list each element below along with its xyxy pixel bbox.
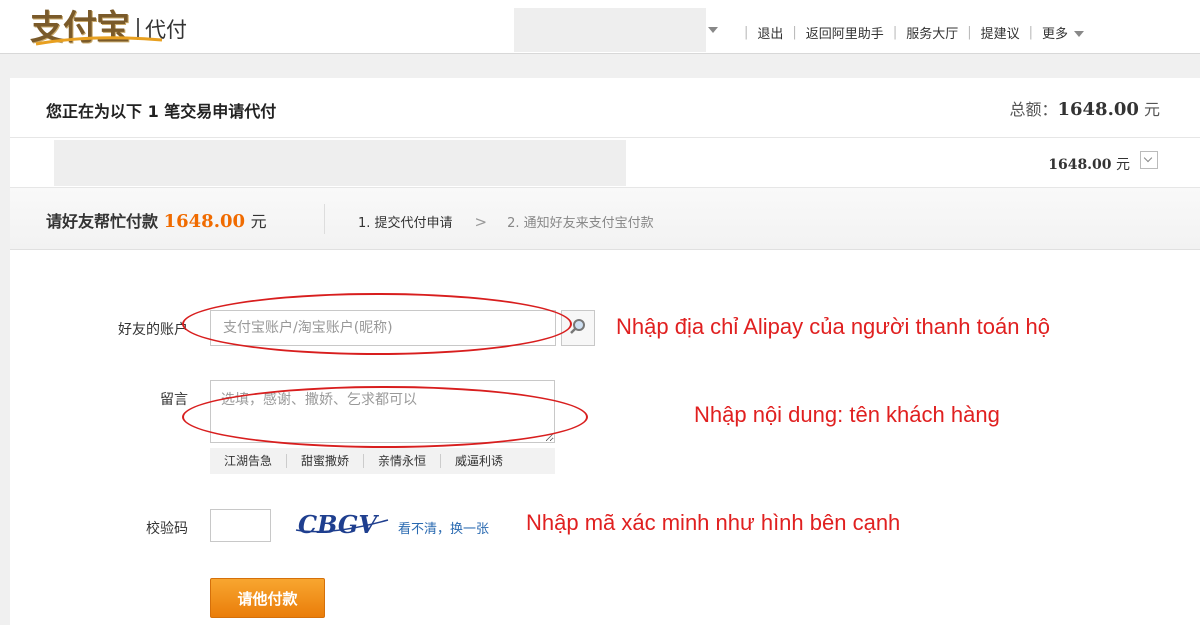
total-amount: 1648.00	[1057, 99, 1139, 120]
annotation-account-note: Nhập địa chỉ Alipay của người thanh toán…	[616, 314, 1051, 339]
help-title: 请好友帮忙付款 1648.00 元	[46, 208, 267, 232]
annotation-message-note: Nhập nội dung: tên khách hàng	[694, 402, 1000, 427]
trade-item-row: 1648.00 元	[10, 138, 1200, 188]
nav-more-menu[interactable]: 更多	[1042, 23, 1085, 42]
captcha-label: 校验码	[146, 521, 188, 537]
total-currency: 元	[1143, 100, 1160, 119]
quick-tag-sweet[interactable]: 甜蜜撒娇	[287, 454, 365, 468]
nav-feedback-link[interactable]: 提建议	[981, 23, 1020, 42]
nav-service-hall-link[interactable]: 服务大厅	[906, 23, 958, 42]
request-payment-button[interactable]: 请他付款	[210, 578, 325, 618]
steps-divider	[324, 204, 325, 234]
annotation-ellipse-message	[182, 386, 588, 448]
top-nav: | 退出 | 返回阿里助手 | 服务大厅 | 提建议 | 更多	[735, 22, 1085, 42]
captcha-input[interactable]	[210, 509, 271, 542]
trade-item-redacted	[54, 140, 626, 186]
logo-swoosh-icon	[35, 36, 163, 46]
steps-bar: 请好友帮忙付款 1648.00 元 1. 提交代付申请 > 2. 通知好友来支付…	[10, 188, 1200, 250]
quick-tag-family[interactable]: 亲情永恒	[364, 454, 442, 468]
step-arrow: >	[474, 212, 488, 231]
nav-more-label: 更多	[1042, 26, 1069, 42]
annotation-captcha-note: Nhập mã xác minh như hình bên cạnh	[526, 510, 901, 535]
nav-separator: |	[892, 24, 898, 40]
search-icon	[570, 318, 585, 334]
item-amount-value: 1648.00	[1048, 157, 1112, 173]
payment-card: 您正在为以下 1 笔交易申请代付 总额：1648.00 元 1648.00 元 …	[10, 78, 1200, 625]
expand-item-chevron-icon[interactable]	[1140, 151, 1158, 169]
user-account-redacted[interactable]	[514, 8, 706, 52]
nav-separator: |	[967, 24, 972, 40]
item-currency: 元	[1116, 157, 1130, 173]
message-label: 留言	[160, 392, 188, 408]
trade-summary-row: 您正在为以下 1 笔交易申请代付 总额：1648.00 元	[10, 78, 1200, 138]
refresh-captcha-link[interactable]: 看不清，换一张	[398, 518, 489, 537]
nav-separator: |	[744, 24, 749, 40]
captcha-image[interactable]: CBGV	[290, 506, 394, 544]
help-prefix: 请好友帮忙付款	[46, 212, 159, 231]
quick-tag-emergency[interactable]: 江湖告急	[210, 454, 288, 468]
trade-total: 总额：1648.00 元	[1009, 96, 1160, 120]
step-1: 1. 提交代付申请	[358, 216, 453, 231]
top-header: 支付宝 代付 | 退出 | 返回阿里助手 | 服务大厅 | 提建议 | 更多	[0, 0, 1200, 54]
annotation-ellipse-account	[182, 293, 572, 355]
trade-title: 您正在为以下 1 笔交易申请代付	[46, 102, 277, 121]
item-amount: 1648.00 元	[1048, 154, 1130, 174]
step-2: 2. 通知好友来支付宝付款	[507, 216, 654, 231]
steps-progress: 1. 提交代付申请 > 2. 通知好友来支付宝付款	[358, 212, 654, 232]
user-dropdown-chevron-icon[interactable]	[708, 27, 718, 33]
nav-back-to-assistant-link[interactable]: 返回阿里助手	[806, 23, 884, 42]
help-unit: 元	[250, 212, 267, 231]
nav-logout-link[interactable]: 退出	[757, 23, 783, 42]
quick-message-tags: 江湖告急 甜蜜撒娇 亲情永恒 威逼利诱	[210, 448, 555, 474]
account-label: 好友的账户	[118, 322, 188, 338]
total-label: 总额：	[1009, 100, 1058, 119]
chevron-down-icon	[1074, 31, 1085, 37]
alipay-logo[interactable]: 支付宝 代付	[30, 4, 187, 48]
nav-separator: |	[1028, 24, 1034, 40]
help-amount: 1648.00	[163, 211, 246, 232]
quick-tag-threat[interactable]: 威逼利诱	[441, 454, 517, 468]
nav-separator: |	[792, 24, 797, 40]
